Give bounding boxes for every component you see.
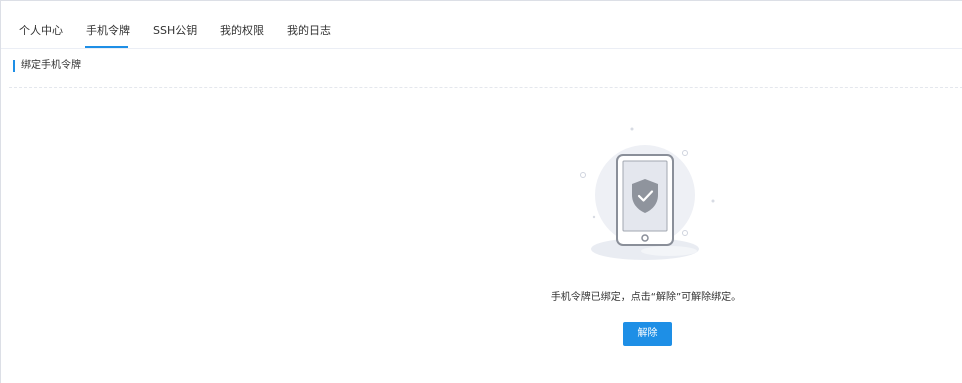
tab-my-permissions[interactable]: 我的权限: [220, 24, 264, 38]
tab-bar: 个人中心 手机令牌 SSH公钥 我的权限 我的日志: [1, 1, 962, 49]
tab-mobile-token[interactable]: 手机令牌: [86, 24, 130, 38]
section-accent-bar: [13, 60, 15, 72]
section-title: 绑定手机令牌: [21, 60, 81, 71]
binding-status-message: 手机令牌已绑定，点击“解除”可解除绑定。: [550, 292, 742, 303]
section-header: 绑定手机令牌: [13, 59, 81, 73]
page-frame: 个人中心 手机令牌 SSH公钥 我的权限 我的日志 绑定手机令牌 手机令牌已绑定…: [0, 0, 962, 383]
tab-ssh-key[interactable]: SSH公钥: [153, 24, 197, 38]
tab-my-logs[interactable]: 我的日志: [287, 24, 331, 38]
active-tab-indicator: [85, 46, 128, 48]
section-divider: [9, 87, 962, 88]
tab-personal-center[interactable]: 个人中心: [19, 24, 63, 38]
unbind-button[interactable]: 解除: [623, 322, 672, 346]
phone-shield-check-icon: [561, 119, 731, 279]
